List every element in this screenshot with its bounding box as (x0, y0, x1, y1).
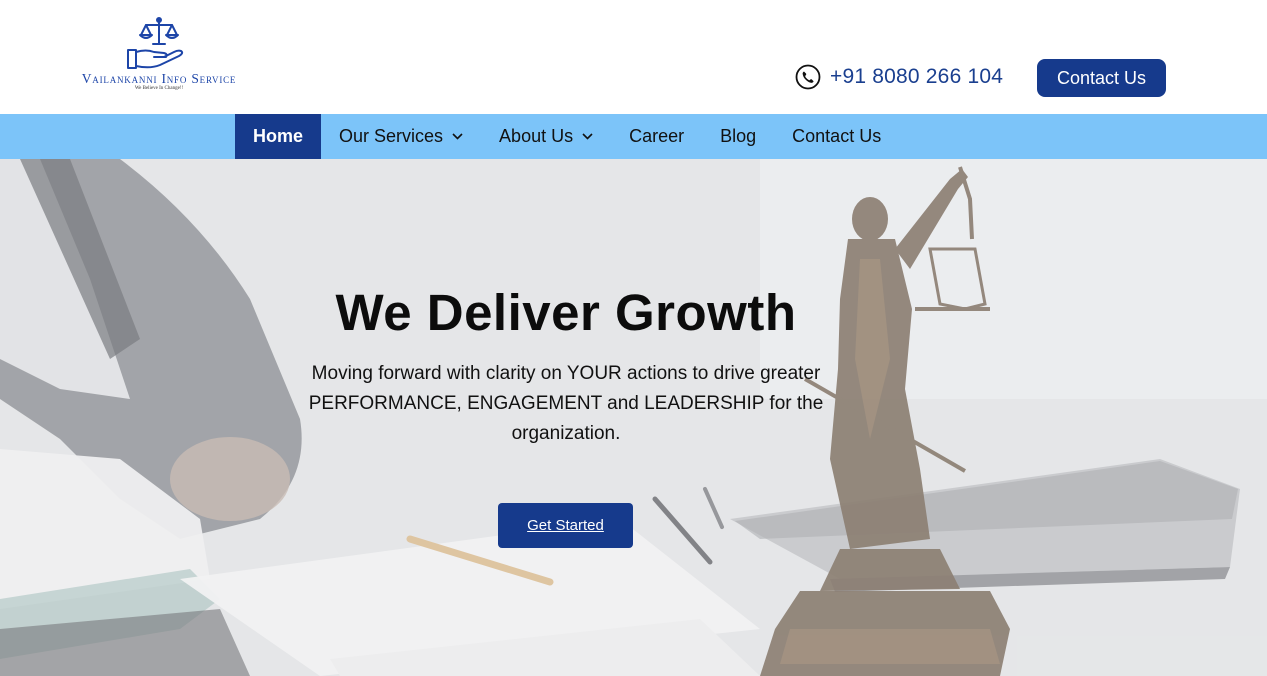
nav-item-career[interactable]: Career (611, 114, 702, 159)
nav-item-home[interactable]: Home (235, 114, 322, 159)
site-logo[interactable]: Vailankanni Info Service We Believe In C… (66, 16, 252, 96)
nav-item-contact-us[interactable]: Contact Us (774, 114, 899, 159)
nav-item-label: Our Services (339, 126, 444, 146)
nav-item-label: Career (629, 126, 685, 146)
nav-item-label: Contact Us (792, 126, 882, 146)
chevron-down-icon (582, 133, 593, 140)
justice-hand-logo-icon (127, 17, 184, 69)
header-contact-button[interactable]: Contact Us (1037, 59, 1166, 97)
hero-subtitle: Moving forward with clarity on YOUR acti… (308, 363, 824, 444)
site-header: Vailankanni Info Service We Believe In C… (0, 0, 1267, 114)
hero-title: We Deliver Growth (335, 284, 797, 341)
nav-item-label: About Us (499, 126, 574, 146)
nav-item-our-services[interactable]: Our Services (321, 114, 481, 159)
nav-item-label: Blog (720, 126, 757, 146)
phone-number: +91 8080 266 104 (830, 65, 1004, 88)
nav-item-label: Home (253, 126, 304, 146)
brand-tagline: We Believe In Change!! (134, 86, 184, 91)
main-nav: Home Our Services About Us Career Blog C… (0, 114, 1267, 159)
chevron-down-icon (452, 133, 463, 140)
brand-name: Vailankanni Info Service (81, 71, 237, 86)
nav-item-about-us[interactable]: About Us (481, 114, 611, 159)
nav-item-blog[interactable]: Blog (702, 114, 774, 159)
phone-icon (795, 64, 821, 90)
hero-section: We Deliver Growth Moving forward with cl… (0, 159, 1267, 676)
nav-list: Home Our Services About Us Career Blog C… (235, 114, 899, 159)
get-started-button[interactable]: Get Started (498, 503, 633, 548)
phone-link[interactable]: +91 8080 266 104 (795, 61, 1003, 93)
